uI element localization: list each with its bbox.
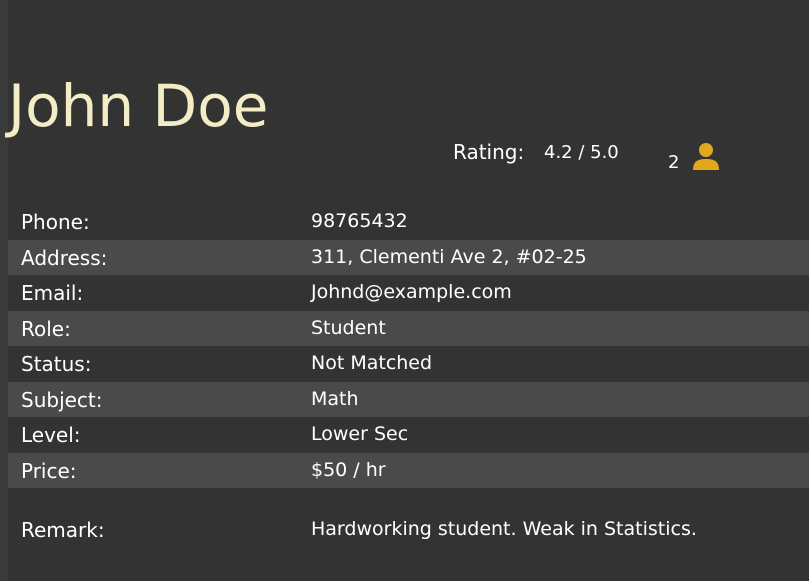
status-row: Status: Not Matched xyxy=(8,346,809,382)
level-label: Level: xyxy=(21,423,81,447)
status-label: Status: xyxy=(21,352,92,376)
subject-label: Subject: xyxy=(21,387,103,412)
rating-value: 4.2 / 5.0 xyxy=(544,142,619,163)
email-value: Johnd@example.com xyxy=(311,281,512,303)
email-row: Email: Johnd@example.com xyxy=(8,275,809,311)
person-icon xyxy=(693,143,719,170)
subject-row: Subject: Math xyxy=(8,381,809,417)
phone-row: Phone: 98765432 xyxy=(8,204,809,240)
remark-value: Hardworking student. Weak in Statistics. xyxy=(311,518,697,540)
role-row: Role: Student xyxy=(8,310,809,346)
person-detail-panel: John Doe Rating: 4.2 / 5.0 2 Phone: 9876… xyxy=(8,0,809,581)
rating-count: 2 xyxy=(668,152,680,173)
person-name: John Doe xyxy=(8,72,269,140)
email-label: Email: xyxy=(21,281,84,305)
details-table: Phone: 98765432 Address: 311, Clementi A… xyxy=(8,204,809,488)
level-row: Level: Lower Sec xyxy=(8,417,809,453)
subject-value: Math xyxy=(311,387,359,410)
level-value: Lower Sec xyxy=(311,423,409,445)
status-value: Not Matched xyxy=(311,352,433,374)
left-edge-strip xyxy=(0,0,8,581)
address-value: 311, Clementi Ave 2, #02-25 xyxy=(311,245,587,268)
phone-label: Phone: xyxy=(21,210,90,234)
role-value: Student xyxy=(311,316,386,339)
price-row: Price: $50 / hr xyxy=(8,452,809,488)
price-label: Price: xyxy=(21,458,77,483)
role-label: Role: xyxy=(21,316,71,341)
phone-value: 98765432 xyxy=(311,210,408,232)
address-row: Address: 311, Clementi Ave 2, #02-25 xyxy=(8,239,809,275)
price-value: $50 / hr xyxy=(311,458,386,481)
address-label: Address: xyxy=(21,245,108,270)
remark-label: Remark: xyxy=(21,518,105,542)
rating-label: Rating: xyxy=(453,140,525,164)
